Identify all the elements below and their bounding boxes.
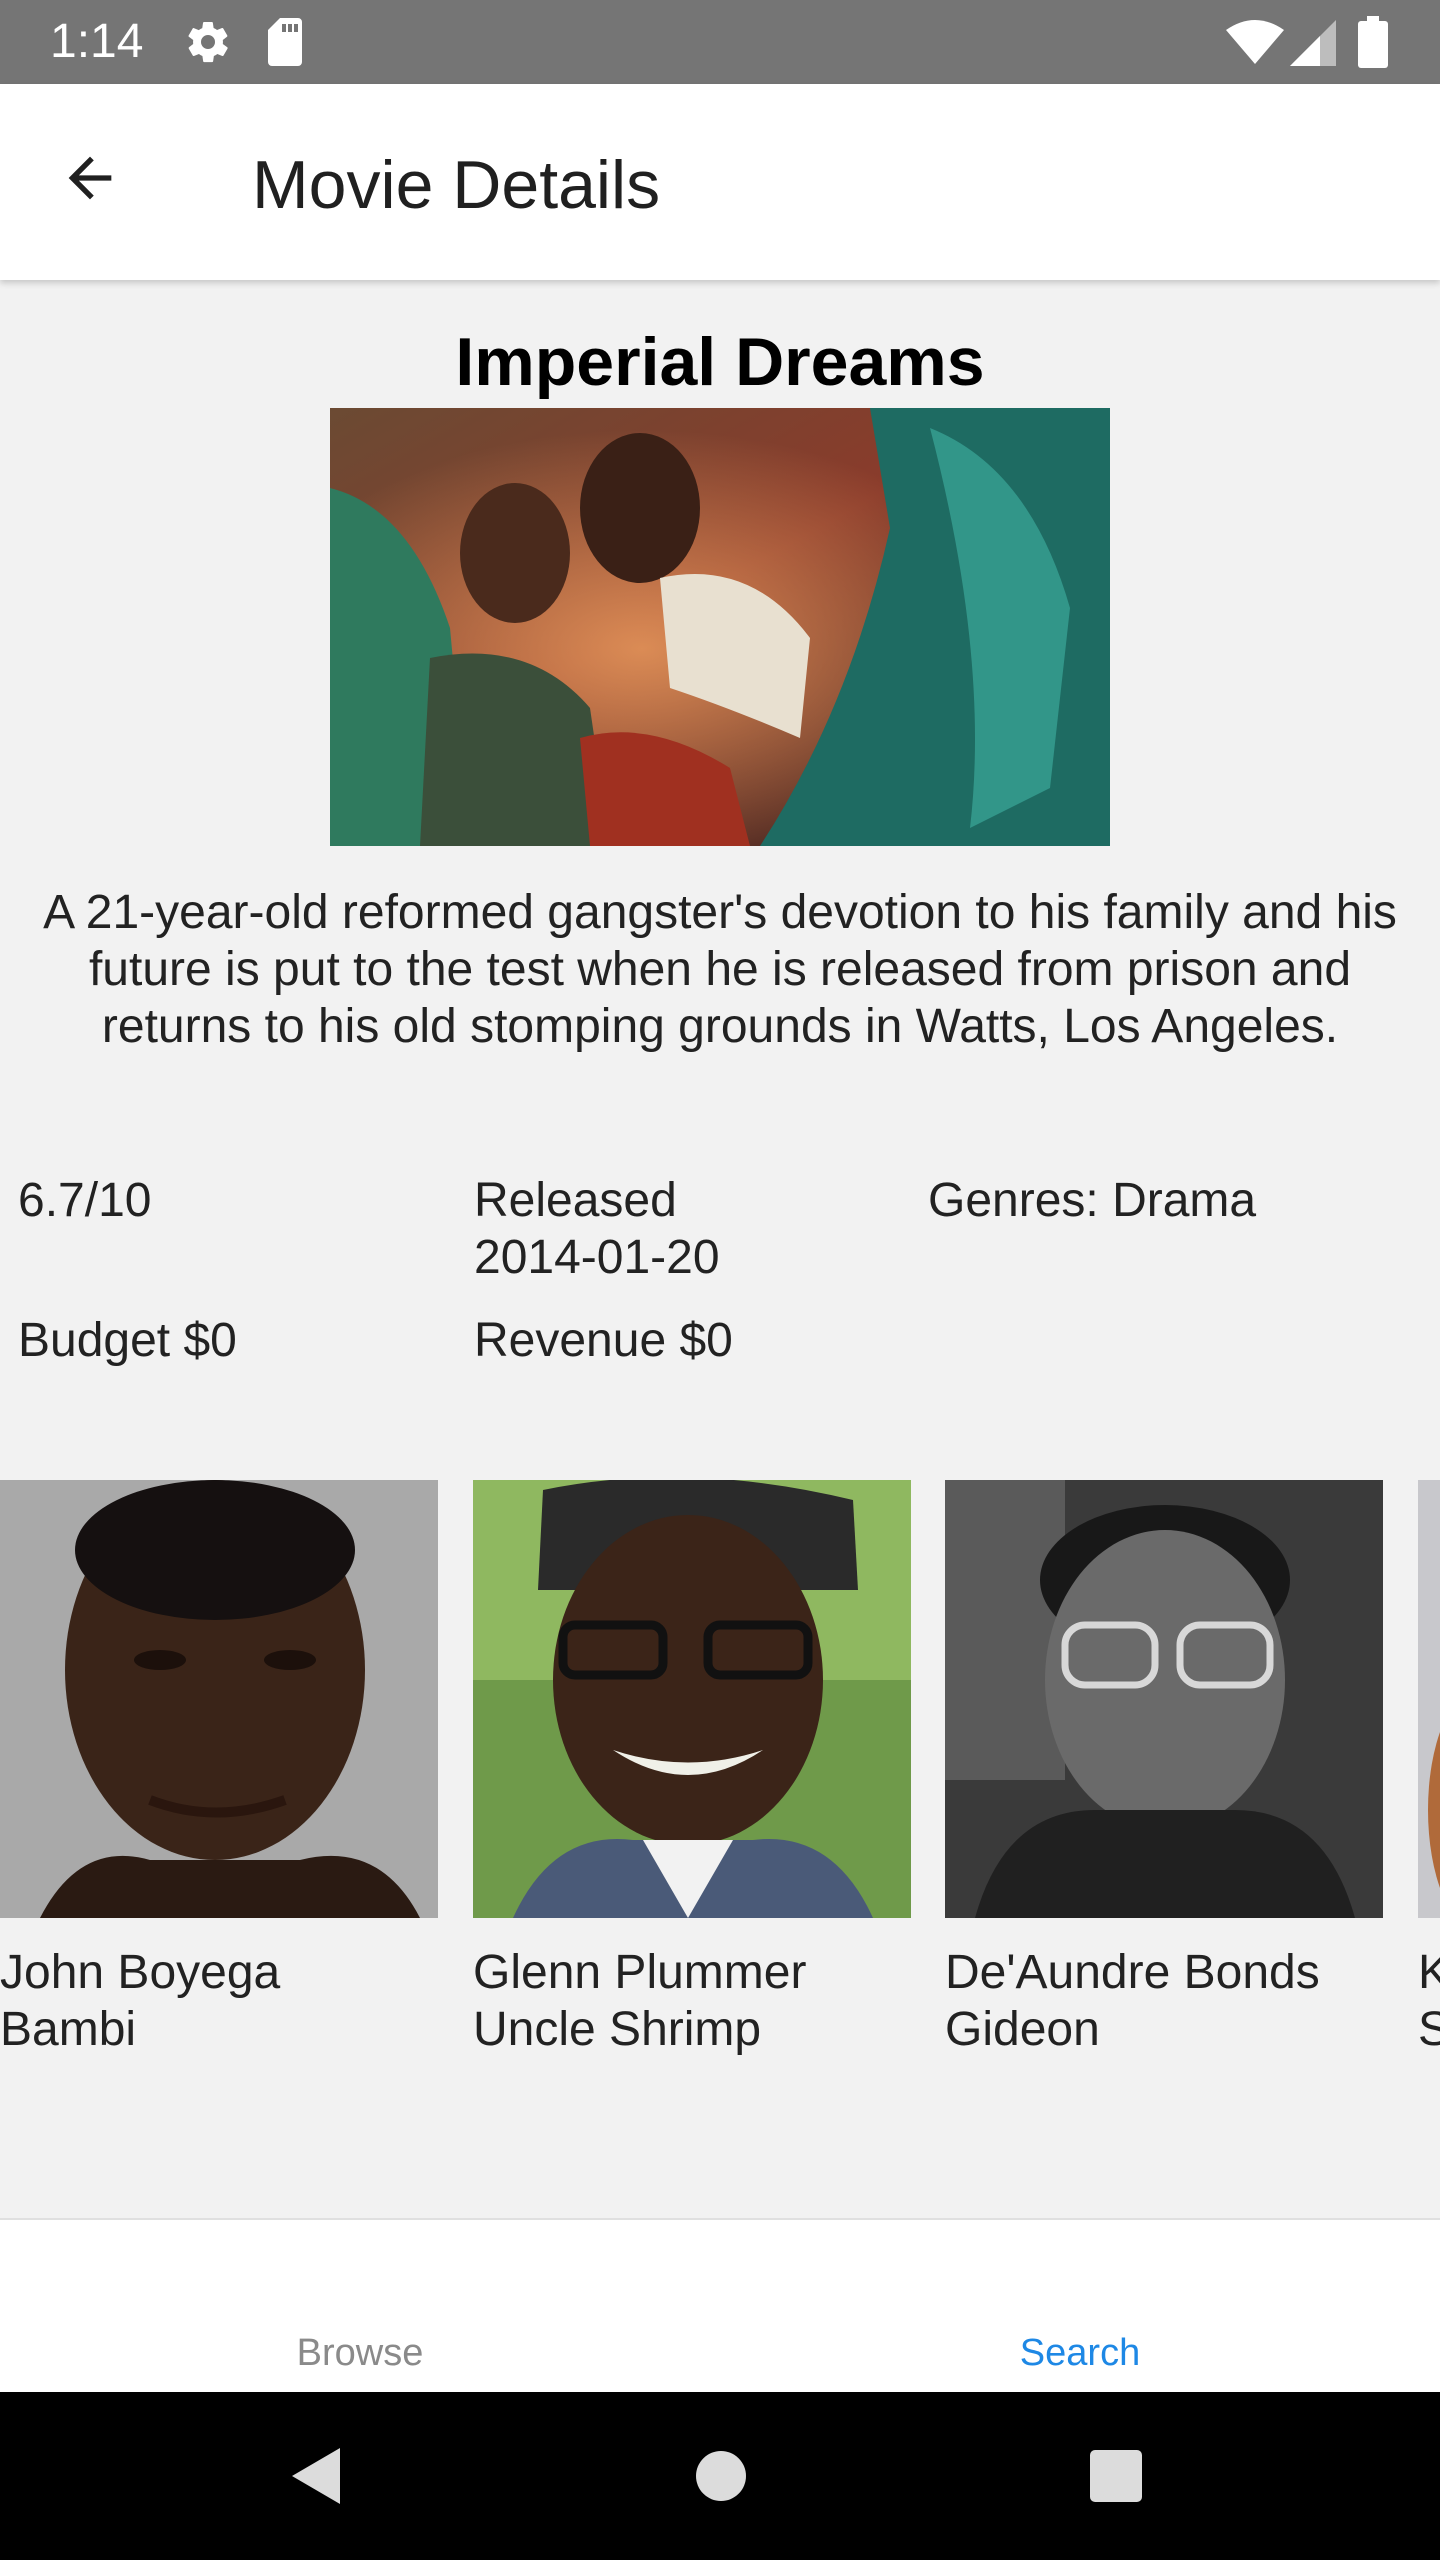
- cast-card[interactable]: K S: [1418, 1480, 1440, 2058]
- app-bar: [0, 84, 1440, 280]
- genres-text: Genres: Drama: [928, 1174, 1257, 1227]
- cast-name: John Boyega: [0, 1946, 281, 1999]
- released-label: Released: [474, 1174, 677, 1227]
- release-info: Released 2014-01-20: [474, 1172, 894, 1286]
- movie-overview: A 21-year-old reformed gangster's devoti…: [43, 886, 1397, 1053]
- cast-name: Glenn Plummer: [473, 1946, 807, 1999]
- released-date: 2014-01-20: [474, 1231, 720, 1284]
- recents-square-icon[interactable]: [1090, 2450, 1142, 2502]
- cast-name: K: [1418, 1946, 1440, 1999]
- cast-card[interactable]: De'Aundre Bonds Gideon: [945, 1480, 1383, 2058]
- page-title: Movie Details: [252, 147, 661, 223]
- cast-role: Uncle Shrimp: [473, 2003, 762, 2056]
- nav-browse-tab[interactable]: Browse: [0, 2330, 720, 2376]
- cast-card[interactable]: Glenn Plummer Uncle Shrimp: [473, 1480, 911, 2058]
- movie-title: Imperial Dreams: [455, 324, 985, 400]
- cast-name: De'Aundre Bonds: [945, 1946, 1320, 1999]
- cast-photo: [1418, 1480, 1440, 1918]
- back-button[interactable]: [42, 130, 138, 226]
- cast-photo: [945, 1480, 1383, 1918]
- status-time: 1:14: [50, 15, 144, 68]
- cast-photo: [473, 1480, 911, 1918]
- cast-role: S: [1418, 2003, 1440, 2056]
- gear-icon: [188, 21, 228, 63]
- budget-text: Budget $0: [18, 1314, 237, 1367]
- status-bar: 1:14: [0, 0, 1440, 84]
- back-triangle-icon[interactable]: [288, 2446, 348, 2506]
- wifi-icon: [1226, 20, 1284, 64]
- cast-card[interactable]: John Boyega Bambi: [0, 1480, 438, 2058]
- bottom-navigation: Browse Search: [0, 2218, 1440, 2394]
- home-circle-icon[interactable]: [695, 2450, 747, 2502]
- arrow-left-icon: [68, 156, 112, 200]
- nav-search-tab[interactable]: Search: [720, 2330, 1440, 2376]
- signal-icon: [1290, 20, 1336, 66]
- revenue-text: Revenue $0: [474, 1314, 733, 1367]
- cast-role: Gideon: [945, 2003, 1100, 2056]
- sd-card-icon: [268, 18, 302, 66]
- cast-photo: [0, 1480, 438, 1918]
- battery-icon: [1358, 16, 1388, 68]
- cast-role: Bambi: [0, 2003, 137, 2056]
- cast-carousel[interactable]: John Boyega Bambi Glenn Plummer Uncle Sh…: [0, 1480, 1440, 2060]
- movie-poster-image: [330, 408, 1110, 846]
- rating-text: 6.7/10: [18, 1174, 152, 1227]
